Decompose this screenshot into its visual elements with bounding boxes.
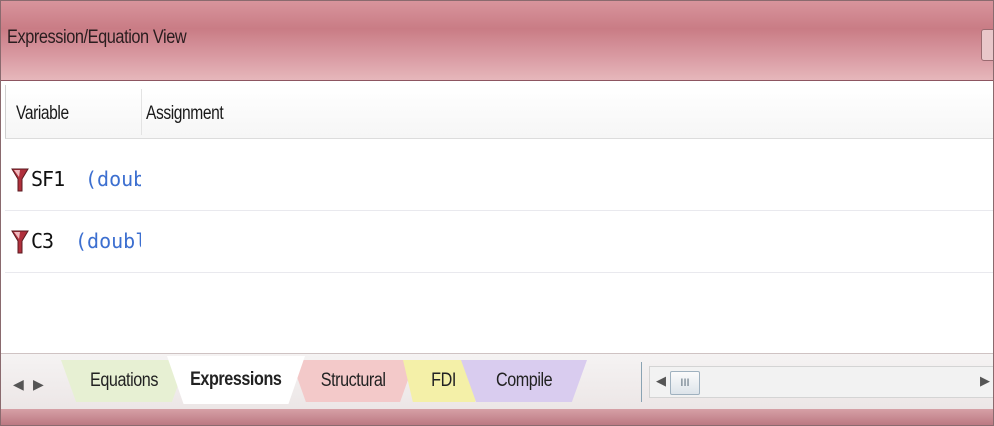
variable-type: (double	[75, 229, 141, 253]
variable-name: SF1	[31, 167, 65, 191]
tab-scroll-right-icon[interactable]: ▶	[33, 376, 44, 393]
window-bottom-border	[1, 409, 993, 425]
tab-label: Structural	[320, 370, 386, 391]
column-header-variable[interactable]: Variable	[16, 103, 69, 125]
horizontal-scrollbar[interactable]: ◀ III ▶	[649, 366, 993, 398]
tab-compile[interactable]: Compile	[461, 360, 587, 402]
tab-label: Equations	[89, 370, 158, 391]
table-header: Variable Assignment	[5, 85, 993, 139]
tab-equations[interactable]: Equations	[61, 360, 187, 402]
tab-expressions[interactable]: Expressions	[167, 356, 305, 404]
tab-structural[interactable]: Structural	[291, 360, 415, 402]
close-button[interactable]	[981, 29, 993, 61]
funnel-icon	[11, 230, 29, 254]
table-row[interactable]: SF1 (doubl	[5, 149, 993, 211]
variable-list: SF1 (doubl C3 (double	[5, 139, 993, 349]
scroll-thumb[interactable]: III	[670, 371, 700, 395]
column-header-assignment[interactable]: Assignment	[146, 103, 224, 125]
table-row[interactable]: C3 (double	[5, 211, 993, 273]
scroll-left-icon[interactable]: ◀	[656, 373, 666, 389]
column-divider[interactable]	[141, 89, 142, 135]
tab-bar: ◀ ▶ Equations Structural FDI Compile Exp…	[1, 353, 993, 410]
tab-label: FDI	[431, 370, 457, 391]
variable-name: C3	[31, 229, 54, 253]
tab-scroll-left-icon[interactable]: ◀	[13, 376, 24, 393]
title-bar[interactable]: Expression/Equation View	[1, 1, 993, 81]
tab-splitter[interactable]	[641, 362, 642, 402]
window-title: Expression/Equation View	[7, 27, 187, 48]
tab-label: Expressions	[190, 369, 282, 390]
tab-label: Compile	[495, 370, 553, 391]
funnel-icon	[11, 168, 29, 192]
expression-equation-view-window: Expression/Equation View Variable Assign…	[0, 0, 994, 426]
scroll-right-icon[interactable]: ▶	[980, 373, 990, 389]
variable-type: (doubl	[85, 167, 141, 191]
